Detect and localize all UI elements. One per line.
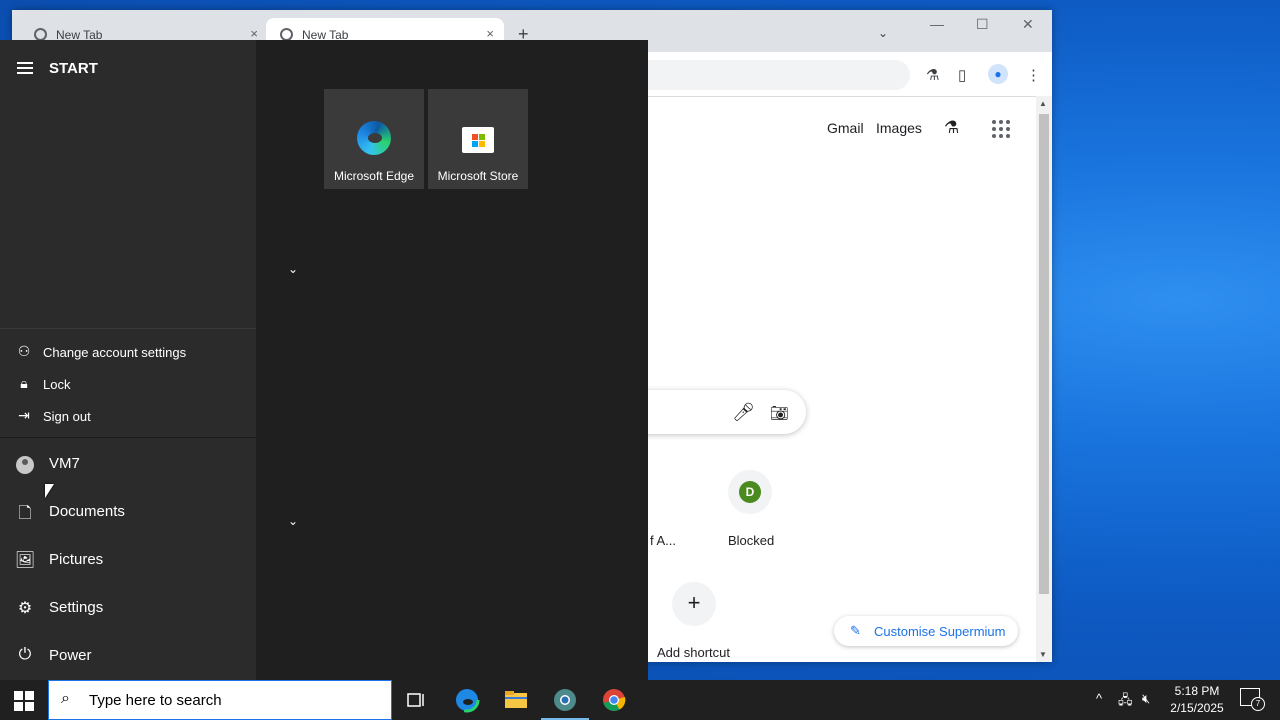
menu-icon[interactable]: ⋮ (1026, 66, 1041, 84)
nav-item-label: VM7 (49, 455, 80, 472)
person-gear-icon: ⚇ (17, 343, 31, 359)
tile-label: Microsoft Edge (333, 169, 415, 183)
shortcut-label[interactable]: Blocked (728, 533, 774, 548)
profile-avatar-button[interactable]: ● (988, 64, 1008, 84)
search-icon: ⌕ (61, 690, 70, 707)
edge-taskbar-icon[interactable] (453, 686, 481, 714)
minimize-button[interactable]: — (930, 16, 944, 32)
power-icon: ⏻ (18, 646, 32, 663)
sign-out-icon: ⇥ (18, 407, 30, 423)
nav-item-power[interactable]: ⏻ Power (0, 634, 256, 678)
show-hidden-icons-chevron-icon[interactable]: ^ (1096, 691, 1102, 706)
taskbar: ⌕ Type here to search ^ 🖧 🔇︎ 5:18 PM 2/1… (0, 680, 1280, 720)
gear-icon: ⚙ (17, 600, 33, 617)
customise-label: Customise Supermium (874, 624, 1006, 639)
start-menu: START ⚇ Change account settings 🔒︎ Lock … (0, 40, 648, 680)
start-menu-sidebar: START ⚇ Change account settings 🔒︎ Lock … (0, 40, 256, 680)
images-link[interactable]: Images (876, 120, 922, 136)
edge-logo-icon (357, 121, 391, 155)
shortcut-tile[interactable]: D (728, 470, 772, 514)
plus-icon: + (687, 590, 701, 615)
nav-item-label: Settings (49, 599, 104, 616)
labs-flask-icon[interactable]: ⚗ (944, 118, 959, 138)
scroll-down-arrow-icon[interactable]: ▼ (1039, 650, 1047, 659)
google-apps-icon[interactable] (992, 120, 1010, 138)
tile-microsoft-store[interactable]: Microsoft Store (428, 89, 528, 189)
flyout-item-label: Sign out (43, 409, 91, 424)
store-bag-icon (462, 127, 494, 153)
scroll-up-arrow-icon[interactable]: ▲ (1039, 99, 1047, 108)
account-flyout: ⚇ Change account settings 🔒︎ Lock ⇥ Sign… (0, 328, 256, 438)
nav-item-pictures[interactable]: 🖼︎ Pictures (0, 538, 256, 582)
nav-item-label: Power (49, 647, 92, 664)
taskbar-clock[interactable]: 5:18 PM 2/15/2025 (1162, 683, 1232, 717)
shortcut-label[interactable]: f A... (650, 533, 676, 548)
notification-count-badge: 7 (1251, 697, 1265, 711)
taskbar-search-box[interactable]: ⌕ Type here to search (48, 680, 392, 720)
user-avatar-icon (16, 456, 34, 474)
start-button-windows-icon[interactable] (14, 691, 34, 711)
tab-search-button[interactable]: ⌄ (878, 26, 888, 40)
sign-out-item[interactable]: ⇥ Sign out (0, 401, 256, 431)
file-explorer-icon[interactable] (502, 686, 530, 714)
flyout-item-label: Change account settings (43, 345, 187, 360)
pictures-icon: 🖼︎ (14, 552, 36, 569)
clock-date: 2/15/2025 (1170, 701, 1224, 715)
network-icon[interactable]: 🖧 (1118, 691, 1133, 713)
tile-microsoft-edge[interactable]: Microsoft Edge (324, 89, 424, 189)
nav-item-label: Documents (49, 503, 125, 520)
document-icon: 🗋 (18, 505, 32, 522)
flyout-item-label: Lock (43, 377, 71, 392)
pencil-icon: ✎ (850, 623, 861, 638)
supermium-taskbar-icon[interactable] (541, 686, 589, 720)
search-placeholder: Type here to search (89, 692, 222, 709)
microphone-icon[interactable]: 🎤︎ (732, 402, 755, 423)
add-shortcut-button[interactable]: + (672, 582, 716, 626)
tile-label: Microsoft Store (437, 169, 519, 183)
change-account-settings-item[interactable]: ⚇ Change account settings (0, 337, 256, 367)
group-collapse-chevron-icon[interactable]: ⌄ (288, 262, 298, 276)
nav-item-user[interactable]: VM7 (0, 442, 256, 486)
camera-search-icon[interactable]: 📷︎ (770, 404, 789, 422)
maximize-button[interactable]: ☐ (976, 16, 989, 33)
tab-close-icon[interactable]: × (486, 26, 494, 41)
tab-close-icon[interactable]: × (250, 26, 258, 41)
group-collapse-chevron-icon[interactable]: ⌄ (288, 514, 298, 528)
side-panel-icon[interactable]: ▯ (958, 66, 966, 84)
scrollbar-thumb[interactable] (1039, 114, 1049, 594)
nav-item-settings[interactable]: ⚙ Settings (0, 586, 256, 630)
hamburger-menu-icon[interactable] (17, 62, 33, 77)
nav-item-label: Pictures (49, 551, 104, 568)
volume-muted-icon[interactable]: 🔇︎ (1142, 691, 1150, 707)
clock-time: 5:18 PM (1174, 684, 1220, 698)
task-view-icon[interactable] (402, 686, 430, 714)
add-shortcut-label[interactable]: Add shortcut (657, 645, 730, 660)
chrome-taskbar-icon[interactable] (600, 686, 628, 714)
scrollbar[interactable]: ▲ ▼ (1036, 96, 1052, 662)
lock-item[interactable]: 🔒︎ Lock (0, 369, 256, 399)
mouse-cursor-icon (45, 484, 54, 498)
lock-icon: 🔒︎ (20, 375, 28, 391)
shortcut-letter-icon: D (739, 481, 761, 503)
start-title: START (49, 60, 98, 77)
gmail-link[interactable]: Gmail (827, 120, 864, 136)
notification-center-icon[interactable]: 7 (1240, 688, 1265, 711)
labs-icon[interactable]: ⚗ (926, 66, 939, 84)
close-button[interactable]: ✕ (1022, 16, 1034, 33)
nav-item-documents[interactable]: 🗋 Documents (0, 490, 256, 534)
customise-button[interactable]: ✎ Customise Supermium (834, 616, 1018, 646)
